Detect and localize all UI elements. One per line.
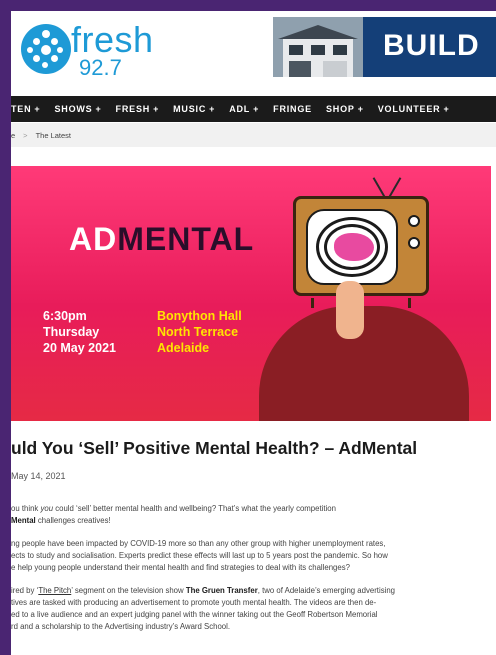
paragraph-3-line-3: ed to a live audience and an expert judg… xyxy=(11,610,378,619)
page-frame: fresh 92.7 BUILD TEN + SHOWS + FRESH + MUSI… xyxy=(11,11,496,655)
main-navigation: TEN + SHOWS + FRESH + MUSIC + ADL + FRINGE SH… xyxy=(11,96,496,122)
the-pitch-link[interactable]: The Pitch xyxy=(38,586,71,595)
paragraph-3-line-2: tives are tasked with producing an adver… xyxy=(11,598,377,607)
house-image xyxy=(273,17,363,77)
paragraph-2-line-1: ng people have been impacted by COVID-19… xyxy=(11,539,386,548)
logo-word: fresh xyxy=(71,19,154,60)
admental-wordmark: ADMENTAL xyxy=(69,221,255,257)
hero-image: ADMENTAL 6:30pm Thursday 20 May 2021 Bon… xyxy=(11,166,491,421)
nav-item-listen[interactable]: TEN + xyxy=(11,104,40,114)
event-day: Thursday xyxy=(43,325,100,339)
event-datetime: 6:30pm Thursday 20 May 2021 xyxy=(43,308,116,356)
logo-frequency: 92.7 xyxy=(79,55,122,80)
breadcrumb-home[interactable]: e xyxy=(11,131,15,140)
breadcrumb-separator-icon: > xyxy=(23,130,28,140)
event-date: 20 May 2021 xyxy=(43,341,116,355)
paragraph-1: ou think you could ‘sell’ better mental … xyxy=(11,504,336,513)
breadcrumb-current: The Latest xyxy=(35,130,72,140)
paragraph-2-line-2: ects to study and socialisation. Experts… xyxy=(11,551,388,560)
ad-banner[interactable]: BUILD xyxy=(273,17,496,77)
article-date: May 14, 2021 xyxy=(11,471,66,481)
nav-item-adl[interactable]: ADL + xyxy=(229,104,259,114)
article-title: uld You ‘Sell’ Positive Mental Health? –… xyxy=(11,438,418,458)
tv-screen xyxy=(306,209,398,285)
tv-knob-icon xyxy=(408,215,420,227)
breadcrumb: e > The Latest xyxy=(11,123,496,147)
venue-line-2: North Terrace xyxy=(157,325,239,339)
retro-tv-icon xyxy=(293,196,429,296)
tv-knob-icon xyxy=(408,237,420,249)
brain-icon xyxy=(334,233,374,261)
paragraph-3-line-1: ired by ‘The Pitch’ segment on the telev… xyxy=(11,586,395,595)
person-hand xyxy=(336,281,364,339)
nav-item-shop[interactable]: SHOP + xyxy=(326,104,364,114)
paragraph-1-cont: Mental challenges creatives! xyxy=(11,516,111,525)
ad-headline: BUILD xyxy=(383,29,480,62)
nav-item-shows[interactable]: SHOWS + xyxy=(54,104,101,114)
venue-line-3: Adelaide xyxy=(157,341,210,355)
event-venue: Bonython Hall North Terrace Adelaide xyxy=(157,308,242,356)
paragraph-3-line-4: rd and a scholarship to the Advertising … xyxy=(11,622,231,631)
site-logo[interactable]: fresh 92.7 xyxy=(11,11,266,91)
paragraph-2-line-3: e help young people understand their men… xyxy=(11,563,350,572)
nav-item-fringe[interactable]: FRINGE xyxy=(273,104,312,114)
logo-dots-icon xyxy=(21,24,71,74)
nav-item-music[interactable]: MUSIC + xyxy=(173,104,215,114)
nav-item-fresh[interactable]: FRESH + xyxy=(116,104,160,114)
nav-item-volunteer[interactable]: VOLUNTEER + xyxy=(378,104,450,114)
event-time: 6:30pm xyxy=(43,309,87,323)
venue-line-1: Bonython Hall xyxy=(157,309,242,323)
